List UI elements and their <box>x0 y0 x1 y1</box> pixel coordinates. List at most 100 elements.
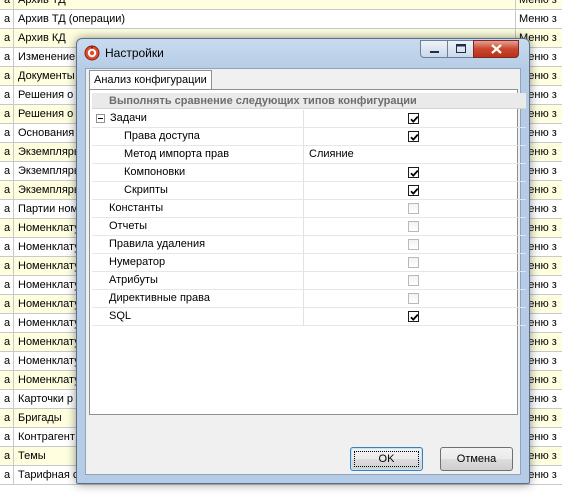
column-divider <box>303 146 304 163</box>
checkmark-icon <box>410 133 419 141</box>
grid-row-label: Нумератор <box>109 256 166 268</box>
row-prefix-cell: а <box>0 447 14 465</box>
dialog-titlebar[interactable]: Настройки <box>77 39 529 67</box>
grid-row[interactable]: Права доступа <box>92 128 526 146</box>
dialog-client-area: Анализ конфигурации Выполнять сравнение … <box>85 68 526 475</box>
row-prefix-cell: а <box>0 124 14 142</box>
close-icon <box>491 44 502 54</box>
row-prefix-cell: а <box>0 466 14 484</box>
maximize-button[interactable] <box>447 40 474 58</box>
focus-rect <box>354 451 419 467</box>
row-prefix-cell: а <box>0 29 14 47</box>
column-divider <box>303 218 304 235</box>
column-divider <box>303 164 304 181</box>
cancel-button-label: Отмена <box>456 453 497 465</box>
settings-dialog: Настройки Анализ конфигурации Выполнять … <box>76 38 530 484</box>
maximize-icon <box>456 44 466 53</box>
row-prefix-cell: а <box>0 409 14 427</box>
grid-row[interactable]: Директивные права <box>92 290 526 308</box>
column-divider <box>303 308 304 325</box>
row-prefix-cell: а <box>0 257 14 275</box>
ok-button[interactable]: OK <box>350 447 423 471</box>
grid-header: Выполнять сравнение следующих типов конф… <box>92 93 526 109</box>
grid-row[interactable]: Отчеты <box>92 218 526 236</box>
grid-row[interactable]: Компоновки <box>92 164 526 182</box>
grid-row-label: Компоновки <box>124 166 186 178</box>
column-divider <box>303 128 304 145</box>
dialog-title: Настройки <box>105 46 164 60</box>
row-prefix-cell: а <box>0 181 14 199</box>
checkbox[interactable] <box>408 203 419 214</box>
grid-row-label: Скрипты <box>124 184 168 196</box>
row-name-cell: Архив ТД (операции) <box>14 10 516 28</box>
grid-row-label: Права доступа <box>124 130 200 142</box>
close-button[interactable] <box>473 40 519 58</box>
row-prefix-cell: а <box>0 0 14 9</box>
checkbox[interactable] <box>408 167 419 178</box>
table-row[interactable]: а Архив ТД Меню з <box>0 0 562 10</box>
row-extra-cell: Меню з <box>519 0 557 6</box>
row-prefix-cell: а <box>0 200 14 218</box>
row-prefix-cell: а <box>0 390 14 408</box>
grid-row[interactable]: Нумератор <box>92 254 526 272</box>
tab-strip: Анализ конфигурации <box>86 69 520 90</box>
row-prefix-cell: а <box>0 143 14 161</box>
grid-row-label: SQL <box>109 310 132 322</box>
row-prefix-cell: а <box>0 352 14 370</box>
grid-row[interactable]: Атрибуты <box>92 272 526 290</box>
row-prefix-cell: а <box>0 10 14 28</box>
checkbox[interactable] <box>408 239 419 250</box>
import-method-value[interactable]: Слияние <box>309 146 354 163</box>
checkbox[interactable] <box>408 311 419 322</box>
row-name-cell: Архив ТД <box>14 0 516 9</box>
checkbox[interactable] <box>408 113 419 124</box>
column-divider <box>303 200 304 217</box>
row-prefix-cell: а <box>0 67 14 85</box>
row-prefix-cell: а <box>0 295 14 313</box>
minimize-icon <box>430 51 439 53</box>
table-row[interactable]: а Архив ТД (операции) Меню з <box>0 10 562 29</box>
grid-row[interactable]: Скрипты <box>92 182 526 200</box>
row-prefix-cell: а <box>0 105 14 123</box>
cancel-button[interactable]: Отмена <box>440 447 513 471</box>
checkmark-icon <box>410 187 419 195</box>
checkbox[interactable] <box>408 185 419 196</box>
checkbox[interactable] <box>408 221 419 232</box>
row-prefix-cell: а <box>0 276 14 294</box>
checkmark-icon <box>410 115 419 123</box>
column-divider <box>303 110 304 127</box>
grid-row-label: Константы <box>109 202 164 214</box>
checkbox[interactable] <box>408 275 419 286</box>
column-divider <box>303 182 304 199</box>
column-divider <box>303 254 304 271</box>
row-prefix-cell: а <box>0 314 14 332</box>
tab-config-analysis[interactable]: Анализ конфигурации <box>89 70 212 90</box>
checkbox[interactable] <box>408 131 419 142</box>
row-prefix-cell: а <box>0 428 14 446</box>
grid-row-label: Атрибуты <box>109 274 158 286</box>
row-prefix-cell: а <box>0 333 14 351</box>
grid-row[interactable]: Правила удаления <box>92 236 526 254</box>
grid-row-label: Отчеты <box>109 220 148 232</box>
row-extra-cell: Меню з <box>519 13 557 25</box>
row-prefix-cell: а <box>0 219 14 237</box>
grid-row[interactable]: SQL <box>92 308 526 326</box>
grid-row-label: Задачи <box>110 112 147 124</box>
column-divider <box>303 236 304 253</box>
grid-row-label: Директивные права <box>109 292 210 304</box>
grid-row-label: Правила удаления <box>109 238 206 250</box>
checkbox[interactable] <box>408 293 419 304</box>
column-divider <box>303 272 304 289</box>
grid-row[interactable]: Метод импорта прав Слияние <box>92 146 526 164</box>
checkmark-icon <box>410 313 419 321</box>
checkmark-icon <box>410 169 419 177</box>
minimize-button[interactable] <box>420 40 448 58</box>
row-prefix-cell: а <box>0 371 14 389</box>
row-prefix-cell: а <box>0 162 14 180</box>
row-prefix-cell: а <box>0 238 14 256</box>
settings-app-icon <box>84 45 100 61</box>
checkbox[interactable] <box>408 257 419 268</box>
grid-row[interactable]: Задачи <box>92 110 526 128</box>
grid-row[interactable]: Константы <box>92 200 526 218</box>
collapse-icon[interactable] <box>96 114 105 123</box>
